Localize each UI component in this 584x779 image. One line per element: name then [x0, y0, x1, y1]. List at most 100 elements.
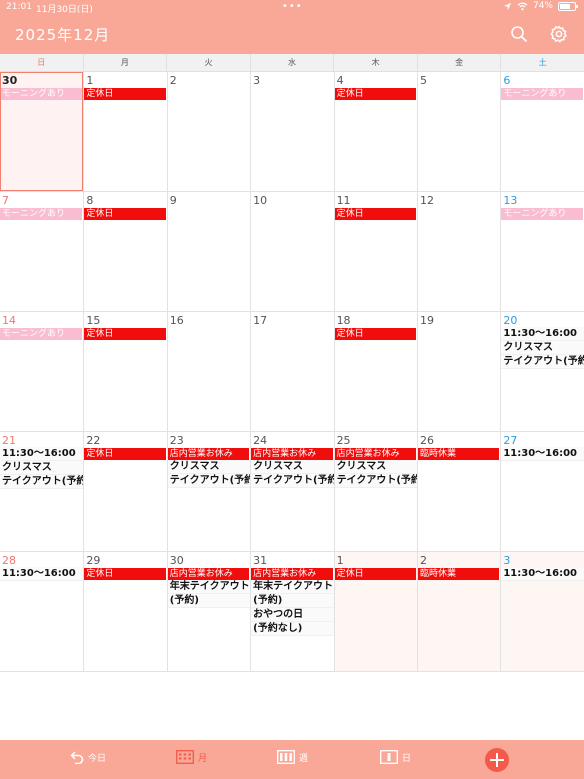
- day-cell[interactable]: 27 11:30〜16:00: [500, 432, 584, 551]
- multitask-dots[interactable]: •••: [282, 1, 303, 12]
- event-item[interactable]: (予約なし): [251, 622, 334, 636]
- day-cell[interactable]: 10: [250, 192, 333, 311]
- month-title[interactable]: 2025年12月: [15, 24, 110, 45]
- day-cell[interactable]: 8 定休日: [83, 192, 166, 311]
- weekday-1: 月: [82, 54, 167, 71]
- week-columns-icon: [277, 750, 295, 764]
- day-cell[interactable]: 14 モーニングあり: [0, 312, 83, 431]
- event-item[interactable]: おやつの日: [251, 608, 334, 622]
- week-row: 28 11:30〜16:00 29 定休日 30 店内営業お休み 年末テイクアウト (予約) 3…: [0, 552, 584, 672]
- day-number: 10: [253, 194, 268, 207]
- day-number: 6: [503, 74, 511, 87]
- event-item[interactable]: 定休日: [334, 208, 416, 220]
- event-item[interactable]: 定休日: [84, 208, 166, 220]
- day-label: 日: [402, 753, 412, 764]
- day-cell[interactable]: 5: [416, 72, 500, 191]
- event-item[interactable]: 定休日: [84, 88, 166, 100]
- day-cell[interactable]: 30 モーニングあり: [0, 72, 84, 191]
- event-item[interactable]: テイクアウト(予約: [167, 474, 251, 488]
- event-item[interactable]: 11:30〜16:00: [0, 447, 84, 461]
- week-label: 週: [299, 753, 309, 764]
- event-item[interactable]: クリスマス: [334, 460, 417, 474]
- month-view-button[interactable]: 月: [176, 750, 207, 764]
- event-item[interactable]: クリスマス: [0, 461, 84, 475]
- week-view-button[interactable]: 週: [277, 750, 308, 764]
- day-cell[interactable]: 20 11:30〜16:00 クリスマス テイクアウト(予約: [500, 312, 584, 431]
- day-cell[interactable]: 19: [416, 312, 500, 431]
- event-item[interactable]: (予約): [167, 594, 251, 608]
- day-number: 30: [2, 74, 18, 87]
- day-cell[interactable]: 12: [416, 192, 500, 311]
- day-cell[interactable]: 31 店内営業お休み 年末テイクアウト (予約) おやつの日 (予約なし): [250, 552, 334, 671]
- event-item[interactable]: テイクアウト(予約: [251, 474, 334, 488]
- day-cell[interactable]: 6 モーニングあり: [500, 72, 583, 191]
- day-cell[interactable]: 13 モーニングあり: [500, 192, 583, 311]
- day-cell[interactable]: 16: [166, 312, 250, 431]
- event-item[interactable]: 年末テイクアウト: [251, 580, 334, 594]
- day-cell[interactable]: 26 臨時休業: [416, 432, 500, 551]
- event-item[interactable]: 店内営業お休み: [251, 448, 333, 460]
- event-item[interactable]: モーニングあり: [501, 208, 583, 220]
- gear-icon[interactable]: [550, 25, 568, 43]
- day-cell[interactable]: 1 定休日: [83, 72, 166, 191]
- event-item[interactable]: クリスマス: [501, 341, 584, 355]
- event-item[interactable]: 定休日: [334, 568, 416, 580]
- day-cell[interactable]: 28 11:30〜16:00: [0, 552, 84, 671]
- day-cell[interactable]: 22 定休日: [83, 432, 166, 551]
- event-item[interactable]: 11:30〜16:00: [501, 327, 584, 341]
- event-item[interactable]: 定休日: [84, 568, 166, 580]
- event-item[interactable]: テイクアウト(予約: [0, 475, 84, 489]
- day-cell[interactable]: 11 定休日: [333, 192, 417, 311]
- day-cell[interactable]: 29 定休日: [83, 552, 166, 671]
- day-cell[interactable]: 30 店内営業お休み 年末テイクアウト (予約): [166, 552, 251, 671]
- event-item[interactable]: クリスマス: [167, 460, 251, 474]
- month-label: 月: [198, 753, 208, 764]
- event-item[interactable]: 店内営業お休み: [167, 448, 250, 460]
- day-number: 31: [253, 554, 268, 567]
- event-item[interactable]: 定休日: [84, 328, 166, 340]
- event-item[interactable]: 11:30〜16:00: [501, 567, 584, 581]
- event-item[interactable]: モーニングあり: [501, 88, 583, 100]
- event-item[interactable]: 定休日: [334, 88, 416, 100]
- event-item[interactable]: 定休日: [334, 328, 416, 340]
- week-row: 21 11:30〜16:00 クリスマス テイクアウト(予約 22 定休日 23 店内営業お休…: [0, 432, 584, 552]
- day-cell[interactable]: 15 定休日: [83, 312, 166, 431]
- day-cell[interactable]: 18 定休日: [333, 312, 417, 431]
- event-item[interactable]: テイクアウト(予約: [501, 355, 584, 369]
- day-cell[interactable]: 3: [250, 72, 333, 191]
- day-cell[interactable]: 24 店内営業お休み クリスマス テイクアウト(予約: [250, 432, 334, 551]
- day-cell[interactable]: 4 定休日: [333, 72, 417, 191]
- search-icon[interactable]: [510, 25, 528, 43]
- event-item[interactable]: モーニングあり: [0, 208, 83, 220]
- day-cell[interactable]: 1 定休日: [333, 552, 417, 671]
- event-item[interactable]: モーニングあり: [0, 88, 83, 100]
- event-item[interactable]: 臨時休業: [417, 448, 500, 460]
- day-cell[interactable]: 17: [250, 312, 333, 431]
- day-number: 3: [253, 74, 261, 87]
- event-item[interactable]: 店内営業お休み: [167, 568, 250, 580]
- event-item[interactable]: テイクアウト(予約: [334, 474, 417, 488]
- day-cell[interactable]: 23 店内営業お休み クリスマス テイクアウト(予約: [166, 432, 251, 551]
- day-cell[interactable]: 21 11:30〜16:00 クリスマス テイクアウト(予約: [0, 432, 84, 551]
- event-item[interactable]: 定休日: [84, 448, 166, 460]
- day-cell[interactable]: 7 モーニングあり: [0, 192, 83, 311]
- day-view-button[interactable]: 日: [380, 750, 411, 764]
- day-number: 2: [169, 74, 177, 87]
- day-cell[interactable]: 25 店内営業お休み クリスマス テイクアウト(予約: [333, 432, 417, 551]
- event-item[interactable]: クリスマス: [251, 460, 334, 474]
- event-item[interactable]: 11:30〜16:00: [501, 447, 584, 461]
- event-item[interactable]: 店内営業お休み: [334, 448, 416, 460]
- event-item[interactable]: 臨時休業: [417, 568, 500, 580]
- today-button[interactable]: 今日: [70, 750, 106, 764]
- event-item[interactable]: 年末テイクアウト: [167, 580, 251, 594]
- day-number: 27: [503, 434, 518, 447]
- event-item[interactable]: 店内営業お休み: [251, 568, 333, 580]
- day-cell[interactable]: 9: [166, 192, 250, 311]
- event-item[interactable]: (予約): [251, 594, 334, 608]
- event-item[interactable]: 11:30〜16:00: [0, 567, 84, 581]
- event-item[interactable]: モーニングあり: [0, 328, 83, 340]
- day-cell[interactable]: 2: [166, 72, 250, 191]
- add-event-button[interactable]: [485, 748, 509, 772]
- day-cell[interactable]: 3 11:30〜16:00: [500, 552, 584, 671]
- day-cell[interactable]: 2 臨時休業: [416, 552, 501, 671]
